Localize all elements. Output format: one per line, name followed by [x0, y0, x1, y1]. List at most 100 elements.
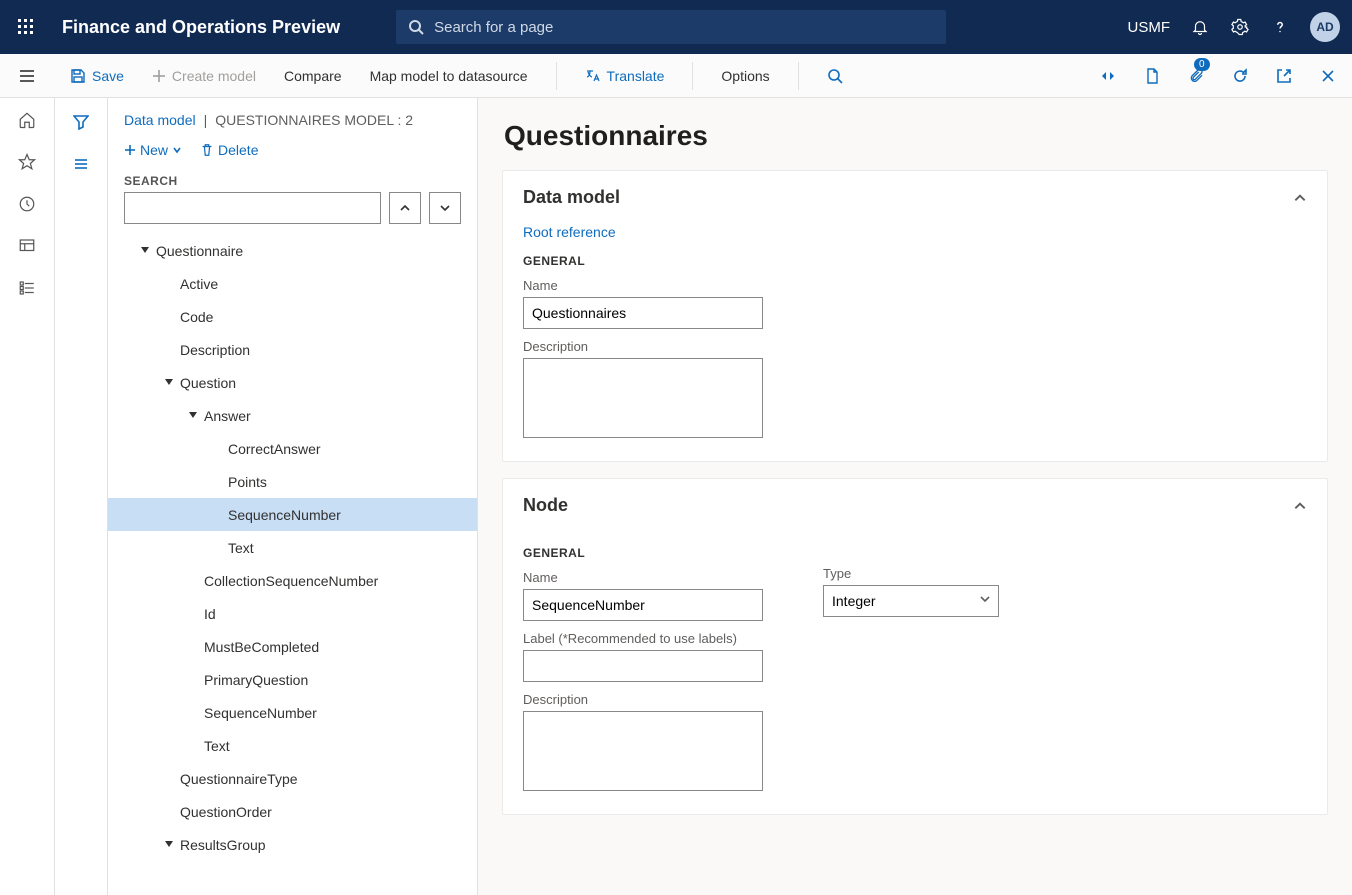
- home-icon[interactable]: [17, 110, 37, 130]
- search-up-button[interactable]: [389, 192, 421, 224]
- name-input-1[interactable]: [523, 297, 763, 329]
- caret-icon[interactable]: [162, 841, 176, 849]
- tree-node[interactable]: CollectionSequenceNumber: [108, 564, 477, 597]
- detail-panel: Questionnaires Data model Root reference…: [478, 98, 1352, 895]
- tree-node[interactable]: Question: [108, 366, 477, 399]
- tree-node-label: PrimaryQuestion: [204, 672, 308, 688]
- desc-label-1: Description: [523, 339, 1307, 354]
- chevron-up-icon: [1293, 499, 1307, 513]
- tree-node[interactable]: Text: [108, 531, 477, 564]
- tree-node-label: Points: [228, 474, 267, 490]
- caret-icon[interactable]: [138, 247, 152, 255]
- translate-label: Translate: [607, 68, 665, 84]
- expand-icon[interactable]: [1096, 64, 1120, 88]
- desc-label-2: Description: [523, 692, 763, 707]
- label-input[interactable]: [523, 650, 763, 682]
- help-icon[interactable]: [1270, 17, 1290, 37]
- tree-node[interactable]: Answer: [108, 399, 477, 432]
- tree-node-label: MustBeCompleted: [204, 639, 319, 655]
- tree-node[interactable]: PrimaryQuestion: [108, 663, 477, 696]
- name-label-2: Name: [523, 570, 763, 585]
- breadcrumb-current: QUESTIONNAIRES MODEL : 2: [215, 112, 413, 128]
- name-label-1: Name: [523, 278, 1307, 293]
- caret-icon[interactable]: [186, 412, 200, 420]
- general-label-2: GENERAL: [523, 546, 763, 560]
- company-picker[interactable]: USMF: [1128, 19, 1171, 36]
- modules-icon[interactable]: [17, 278, 37, 298]
- tree-node[interactable]: SequenceNumber: [108, 498, 477, 531]
- breadcrumb-link[interactable]: Data model: [124, 112, 196, 128]
- translate-button[interactable]: Translate: [581, 64, 669, 88]
- card-data-model-header[interactable]: Data model: [503, 171, 1327, 224]
- type-label: Type: [823, 566, 999, 581]
- tree-node-label: Answer: [204, 408, 251, 424]
- search-icon: [408, 19, 424, 35]
- search-label: SEARCH: [108, 164, 477, 192]
- save-button[interactable]: Save: [66, 64, 128, 88]
- tree-node[interactable]: QuestionnaireType: [108, 762, 477, 795]
- tree-node[interactable]: QuestionOrder: [108, 795, 477, 828]
- find-icon[interactable]: [823, 64, 847, 88]
- tree-node-label: Description: [180, 342, 250, 358]
- desc-input-2[interactable]: [523, 711, 763, 791]
- label-label: Label (*Recommended to use labels): [523, 631, 763, 646]
- tree-node[interactable]: MustBeCompleted: [108, 630, 477, 663]
- tree-node[interactable]: Questionnaire: [108, 234, 477, 267]
- close-icon[interactable]: [1316, 64, 1340, 88]
- tree-node-label: Questionnaire: [156, 243, 243, 259]
- tree-node[interactable]: ResultsGroup: [108, 828, 477, 861]
- tool-rail: [54, 98, 108, 895]
- caret-icon[interactable]: [162, 379, 176, 387]
- tree-node[interactable]: Points: [108, 465, 477, 498]
- delete-button[interactable]: Delete: [200, 142, 258, 158]
- chevron-up-icon: [1293, 191, 1307, 205]
- avatar[interactable]: AD: [1310, 12, 1340, 42]
- tree-node[interactable]: Description: [108, 333, 477, 366]
- tree-node[interactable]: Active: [108, 267, 477, 300]
- desc-input-1[interactable]: [523, 358, 763, 438]
- tree-node[interactable]: Code: [108, 300, 477, 333]
- waffle-icon[interactable]: [12, 13, 40, 41]
- tree-panel: Data model | QUESTIONNAIRES MODEL : 2 Ne…: [108, 98, 478, 895]
- document-icon[interactable]: [1140, 64, 1164, 88]
- map-model-button[interactable]: Map model to datasource: [366, 64, 532, 88]
- options-button[interactable]: Options: [717, 64, 773, 88]
- gear-icon[interactable]: [1230, 17, 1250, 37]
- tree-node[interactable]: Id: [108, 597, 477, 630]
- filter-icon[interactable]: [71, 112, 91, 132]
- popout-icon[interactable]: [1272, 64, 1296, 88]
- star-icon[interactable]: [17, 152, 37, 172]
- global-search-input[interactable]: [432, 18, 934, 37]
- list-icon[interactable]: [71, 154, 91, 174]
- tree-node[interactable]: CorrectAnswer: [108, 432, 477, 465]
- hamburger-icon[interactable]: [18, 67, 36, 85]
- tree-node-label: ResultsGroup: [180, 837, 266, 853]
- tree-node-label: Active: [180, 276, 218, 292]
- attach-badge: 0: [1194, 58, 1210, 71]
- type-select[interactable]: [823, 585, 999, 617]
- tree-node-label: CorrectAnswer: [228, 441, 321, 457]
- tree-node[interactable]: Text: [108, 729, 477, 762]
- workspace-icon[interactable]: [17, 236, 37, 256]
- global-search[interactable]: [396, 10, 946, 44]
- compare-button[interactable]: Compare: [280, 64, 346, 88]
- type-input[interactable]: [823, 585, 999, 617]
- card-data-model: Data model Root reference GENERAL Name D…: [502, 170, 1328, 462]
- refresh-icon[interactable]: [1228, 64, 1252, 88]
- card-node-header[interactable]: Node: [503, 479, 1327, 532]
- tree-node[interactable]: SequenceNumber: [108, 696, 477, 729]
- create-model-button[interactable]: Create model: [148, 64, 260, 88]
- clock-icon[interactable]: [17, 194, 37, 214]
- search-down-button[interactable]: [429, 192, 461, 224]
- create-model-label: Create model: [172, 68, 256, 84]
- app-title: Finance and Operations Preview: [62, 17, 340, 38]
- general-label-1: GENERAL: [523, 254, 1307, 268]
- root-reference-link[interactable]: Root reference: [523, 224, 1307, 240]
- tree-view[interactable]: Questionnaire Active Code Description Questi…: [108, 234, 477, 895]
- card-node: Node GENERAL Name Label (*Recommended to…: [502, 478, 1328, 815]
- new-button[interactable]: New: [124, 142, 182, 158]
- tree-search-input[interactable]: [124, 192, 381, 224]
- name-input-2[interactable]: [523, 589, 763, 621]
- attach-icon[interactable]: 0: [1184, 64, 1208, 88]
- bell-icon[interactable]: [1190, 17, 1210, 37]
